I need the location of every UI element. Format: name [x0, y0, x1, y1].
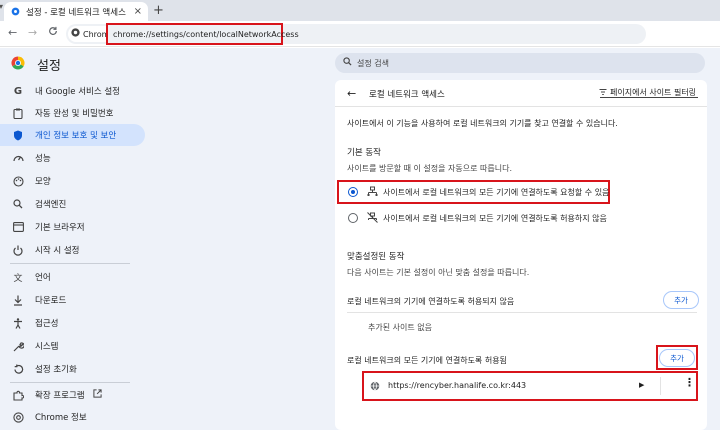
allowed-section-heading: 로컬 네트워크의 모든 기기에 연결하도록 허용됨 — [347, 356, 507, 365]
page-description: 사이트에서 이 기능을 사용하여 로컬 네트워크의 기기를 찾고 연결할 수 있… — [347, 119, 618, 128]
sidebar-item-on-startup[interactable]: 시작 시 설정 — [0, 239, 145, 261]
google-icon: G — [13, 85, 23, 97]
sidebar-divider — [10, 382, 130, 383]
search-placeholder: 설정 검색 — [357, 58, 389, 68]
option-ask-label[interactable]: 사이트에서 로컬 네트워크의 모든 기기에 연결하도록 요청할 수 있음 — [383, 187, 609, 198]
sidebar-item-google-services[interactable]: G 내 Google 서비스 설정 — [0, 80, 145, 102]
sidebar-item-label: 시스템 — [35, 342, 59, 352]
tab-strip: ▾ 설정 - 로컬 네트워크 액세스 × + — [0, 0, 720, 21]
sidebar-item-label: 개인 정보 보호 및 보안 — [35, 131, 117, 141]
search-icon — [343, 57, 352, 69]
settings-search-input[interactable]: 설정 검색 — [335, 53, 705, 73]
sidebar-item-search-engine[interactable]: 검색엔진 — [0, 193, 145, 215]
browser-icon — [12, 221, 24, 233]
sidebar-item-accessibility[interactable]: 접근성 — [0, 312, 145, 334]
url-text-highlight[interactable]: chrome://settings/content/localNetworkAc… — [106, 23, 299, 45]
settings-header: 설정 설정 검색 — [0, 48, 720, 78]
page-title: 로컬 네트워크 액세스 — [369, 90, 445, 100]
radio-allow-ask[interactable] — [348, 187, 358, 197]
header-divider — [335, 106, 707, 107]
sidebar-item-languages[interactable]: 文 언어 — [0, 266, 145, 288]
sidebar-item-label: 기본 브라우저 — [35, 223, 85, 233]
clipboard-icon — [12, 107, 24, 119]
puzzle-icon — [12, 389, 24, 401]
shield-icon — [12, 129, 24, 141]
active-tab[interactable]: 설정 - 로컬 네트워크 액세스 × — [4, 2, 148, 21]
sidebar-item-label: 자동 완성 및 비밀번호 — [35, 109, 114, 119]
palette-icon — [12, 175, 24, 187]
sidebar-item-label: 시작 시 설정 — [35, 246, 80, 256]
back-button[interactable]: ← — [8, 26, 17, 39]
default-behavior-subtitle: 사이트를 방문할 때 이 설정을 자동으로 따릅니다. — [347, 164, 512, 173]
expand-arrow-icon[interactable]: ▶ — [639, 381, 644, 389]
sidebar-item-label: 검색엔진 — [35, 200, 67, 210]
sidebar-item-extensions[interactable]: 확장 프로그램 — [0, 384, 145, 406]
filter-underline — [600, 97, 698, 98]
section-divider — [347, 312, 697, 313]
wrench-icon — [12, 340, 24, 352]
settings-title: 설정 — [37, 59, 61, 74]
sidebar-item-appearance[interactable]: 모양 — [0, 170, 145, 192]
custom-behavior-subtitle: 다음 사이트는 기본 설정이 아닌 맞춤 설정을 따릅니다. — [347, 268, 530, 277]
sidebar-item-label: 모양 — [35, 177, 51, 187]
network-blocked-icon — [367, 212, 378, 226]
forward-button[interactable]: → — [28, 26, 37, 39]
add-allowed-site-button[interactable]: 추가 — [659, 349, 695, 367]
accessibility-icon — [12, 317, 24, 329]
tab-search-icon[interactable]: ▾ — [0, 2, 3, 11]
radio-block[interactable] — [348, 213, 358, 223]
settings-gear-icon — [10, 6, 21, 17]
sidebar-item-performance[interactable]: 성능 — [0, 147, 145, 169]
download-icon — [12, 294, 24, 306]
reset-icon — [12, 363, 24, 375]
sidebar-item-system[interactable]: 시스템 — [0, 335, 145, 357]
sidebar-item-label: 다운로드 — [35, 296, 67, 306]
network-device-icon — [367, 186, 378, 200]
sidebar-item-reset[interactable]: 설정 초기화 — [0, 358, 145, 380]
new-tab-button[interactable]: + — [153, 3, 164, 19]
sidebar-item-privacy[interactable]: 개인 정보 보호 및 보안 — [0, 124, 145, 146]
sidebar-item-about-chrome[interactable]: Chrome 정보 — [0, 406, 145, 428]
add-blocked-site-button[interactable]: 추가 — [663, 291, 699, 309]
sidebar-item-label: 내 Google 서비스 설정 — [35, 87, 121, 97]
chrome-icon — [71, 28, 80, 40]
power-icon — [12, 244, 24, 256]
no-sites-label: 추가된 사이트 없음 — [368, 323, 432, 332]
translate-icon: 文 — [13, 273, 23, 284]
speedometer-icon — [12, 152, 24, 164]
sidebar-item-label: 접근성 — [35, 319, 59, 329]
chrome-icon — [12, 411, 24, 423]
globe-icon — [370, 381, 380, 394]
sidebar-item-autofill[interactable]: 자동 완성 및 비밀번호 — [0, 102, 145, 124]
sidebar-item-label: Chrome 정보 — [35, 413, 87, 423]
more-actions-icon[interactable]: ⋮ — [684, 377, 695, 388]
row-separator — [660, 377, 661, 395]
sidebar-item-default-browser[interactable]: 기본 브라우저 — [0, 216, 145, 238]
url-text: chrome://settings/content/localNetworkAc… — [113, 29, 299, 39]
blocked-section-heading: 로컬 네트워크의 기기에 연결하도록 허용되지 않음 — [347, 297, 515, 306]
custom-behavior-heading: 맞춤설정된 동작 — [347, 252, 405, 262]
option-block-label[interactable]: 사이트에서 로컬 네트워크의 모든 기기에 연결하도록 허용하지 않음 — [383, 213, 607, 224]
back-arrow-button[interactable]: ← — [347, 87, 356, 100]
reload-icon[interactable] — [48, 26, 58, 39]
sidebar-item-downloads[interactable]: 다운로드 — [0, 289, 145, 311]
allowed-site-url: https://rencyber.hanalife.co.kr:443 — [388, 381, 527, 390]
sidebar-item-label: 언어 — [35, 273, 51, 283]
search-icon — [12, 198, 24, 210]
default-behavior-heading: 기본 동작 — [347, 148, 381, 158]
external-link-icon — [93, 389, 102, 401]
tab-title: 설정 - 로컬 네트워크 액세스 — [26, 7, 126, 18]
sidebar-item-label: 성능 — [35, 154, 51, 164]
sidebar-divider — [10, 263, 130, 264]
tab-close-icon[interactable]: × — [134, 6, 142, 17]
chrome-logo-icon — [11, 56, 25, 70]
sidebar-item-label: 설정 초기화 — [35, 365, 77, 375]
sidebar-item-label: 확장 프로그램 — [35, 391, 85, 401]
